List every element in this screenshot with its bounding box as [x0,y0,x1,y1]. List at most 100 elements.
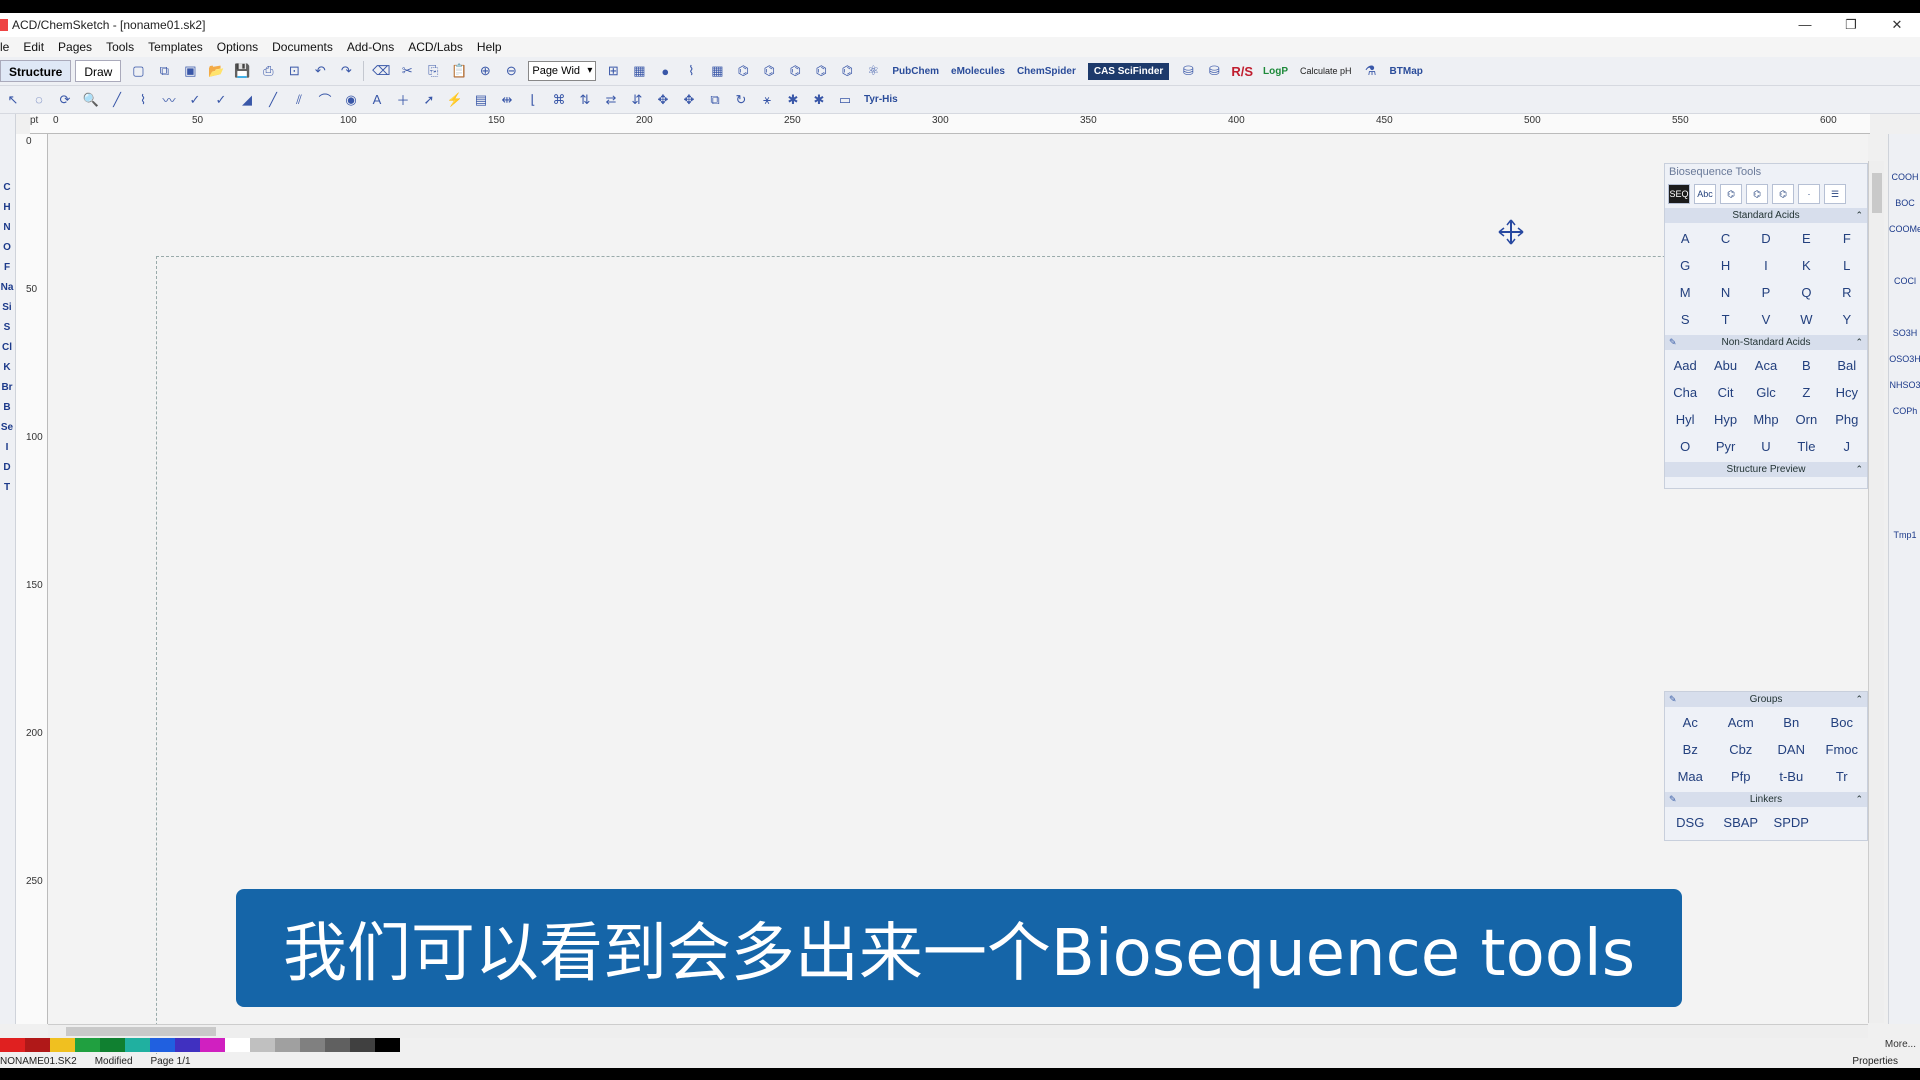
tab-structure[interactable]: Structure [0,60,72,82]
atom2-icon[interactable]: ✱ [809,90,829,110]
cut-icon[interactable]: ✂ [397,61,417,81]
template-boc[interactable]: BOC [1889,198,1920,208]
redo-icon[interactable]: ↷ [336,61,356,81]
pubchem-link[interactable]: PubChem [892,66,939,77]
amino-acid-button[interactable]: Glc [1746,379,1786,406]
amino-acid-button[interactable]: Hcy [1827,379,1867,406]
template-nhso3[interactable]: NHSO3 [1889,380,1920,390]
bond-hash-icon[interactable]: ⫽ [289,90,309,110]
template-icon[interactable]: ⊞ [603,61,623,81]
color-swatch[interactable] [350,1038,375,1052]
calculate-ph-button[interactable]: Calculate pH [1300,66,1352,76]
amino-acid-button[interactable]: Aca [1746,352,1786,379]
menu-pages[interactable]: Pages [51,40,99,54]
atom-s[interactable]: S [0,322,14,333]
disabled-icon[interactable]: · [1798,184,1820,204]
bond-up-icon[interactable]: ◢ [237,90,257,110]
rotate-icon[interactable]: ⟳ [55,90,75,110]
group-button[interactable]: Ac [1665,709,1716,736]
color-swatch[interactable] [275,1038,300,1052]
pin-icon[interactable]: ✎ [1669,335,1677,350]
color-swatch[interactable] [250,1038,275,1052]
amino-acid-button[interactable]: M [1665,279,1705,306]
group-button[interactable]: Pfp [1716,763,1767,790]
atom-b[interactable]: B [0,402,14,413]
new-page-icon[interactable]: ▢ [128,61,148,81]
atom-c[interactable]: C [0,182,14,193]
batch-icon[interactable]: ⛁ [1178,61,1198,81]
spectrum-icon[interactable]: ⌇ [681,61,701,81]
menu-file[interactable]: le [0,40,16,54]
amino-acid-button[interactable]: V [1746,306,1786,333]
amino-acid-button[interactable]: D [1746,225,1786,252]
bond-chain-icon[interactable]: ⌇ [133,90,153,110]
chemspider-link[interactable]: ChemSpider [1017,66,1076,77]
move-icon[interactable]: ✥ [653,90,673,110]
horizontal-scrollbar[interactable] [48,1024,1868,1038]
clean-icon[interactable]: ⌘ [549,90,569,110]
tyr-his-button[interactable]: Tyr-His [864,94,898,105]
zoom-select[interactable]: Page Wid [528,61,597,81]
structure-check-icon[interactable]: ⌬ [759,61,779,81]
image-icon[interactable]: ▦ [629,61,649,81]
template-cocl[interactable]: COCl [1889,276,1920,286]
check-icon[interactable]: ✓ [185,90,205,110]
open-icon[interactable]: 📂 [206,61,226,81]
menu-edit[interactable]: Edit [16,40,51,54]
collapse-icon[interactable]: ⌃ [1855,208,1863,223]
amino-acid-button[interactable]: T [1705,306,1745,333]
color-swatch[interactable] [325,1038,350,1052]
properties-link[interactable]: Properties [1852,1056,1898,1067]
color-swatch[interactable] [175,1038,200,1052]
atom-na[interactable]: Na [0,282,14,293]
atom-d[interactable]: D [0,462,14,473]
amino-acid-button[interactable]: H [1705,252,1745,279]
group-button[interactable]: Bn [1766,709,1817,736]
dna-icon[interactable]: ⌬ [1746,184,1768,204]
atom-k[interactable]: K [0,362,14,373]
vertical-scrollbar[interactable] [1868,161,1884,1023]
minimize-button[interactable]: — [1782,13,1828,37]
amino-acid-button[interactable]: Hyl [1665,406,1705,433]
restore-button[interactable]: ❐ [1828,13,1874,37]
group-button[interactable]: Bz [1665,736,1716,763]
delete-page-icon[interactable]: ▣ [180,61,200,81]
undo-icon[interactable]: ↶ [310,61,330,81]
amino-acid-button[interactable]: L [1827,252,1867,279]
reaction-icon[interactable]: ⚛ [863,61,883,81]
export-pdf-icon[interactable]: ⊡ [284,61,304,81]
template-coph[interactable]: COPh [1889,406,1920,416]
color-swatch[interactable] [25,1038,50,1052]
molecule-icon[interactable]: ⚗ [1361,61,1381,81]
tautomer-icon[interactable]: ⌬ [785,61,805,81]
3d-icon[interactable]: ● [655,61,675,81]
linkers-header[interactable]: ✎ Linkers ⌃ [1665,792,1867,807]
color-swatch[interactable] [0,1038,25,1052]
linker-button[interactable]: DSG [1665,809,1716,836]
amino-acid-button[interactable]: E [1786,225,1826,252]
scroll-thumb[interactable] [1872,173,1882,213]
atom-f[interactable]: F [0,262,14,273]
table-icon[interactable]: ▦ [707,61,727,81]
tab-draw[interactable]: Draw [75,60,122,82]
group-button[interactable]: Boc [1817,709,1868,736]
amino-acid-button[interactable]: B [1786,352,1826,379]
batch2-icon[interactable]: ⛁ [1204,61,1224,81]
abc-mode-icon[interactable]: Abc [1694,184,1716,204]
collapse-icon[interactable]: ⌃ [1855,462,1863,477]
copy-page-icon[interactable]: ⧉ [154,61,174,81]
refresh-icon[interactable]: ↻ [731,90,751,110]
eraser-icon[interactable]: ⌫ [371,61,391,81]
atom-i[interactable]: I [0,442,14,453]
copy-icon[interactable]: ⎘ [423,61,443,81]
sequence-mode-icon[interactable]: SEQ [1668,184,1690,204]
check2-icon[interactable]: ✓ [211,90,231,110]
color-swatch[interactable] [300,1038,325,1052]
bond-single-icon[interactable]: ╱ [107,90,127,110]
group-button[interactable]: DAN [1766,736,1817,763]
template-cooh[interactable]: COOH [1889,172,1920,182]
arrow-icon[interactable]: ➚ [419,90,439,110]
save-icon[interactable]: 💾 [232,61,252,81]
optimize-icon[interactable]: ⌬ [837,61,857,81]
ring-icon[interactable]: ⌒ [315,90,335,110]
